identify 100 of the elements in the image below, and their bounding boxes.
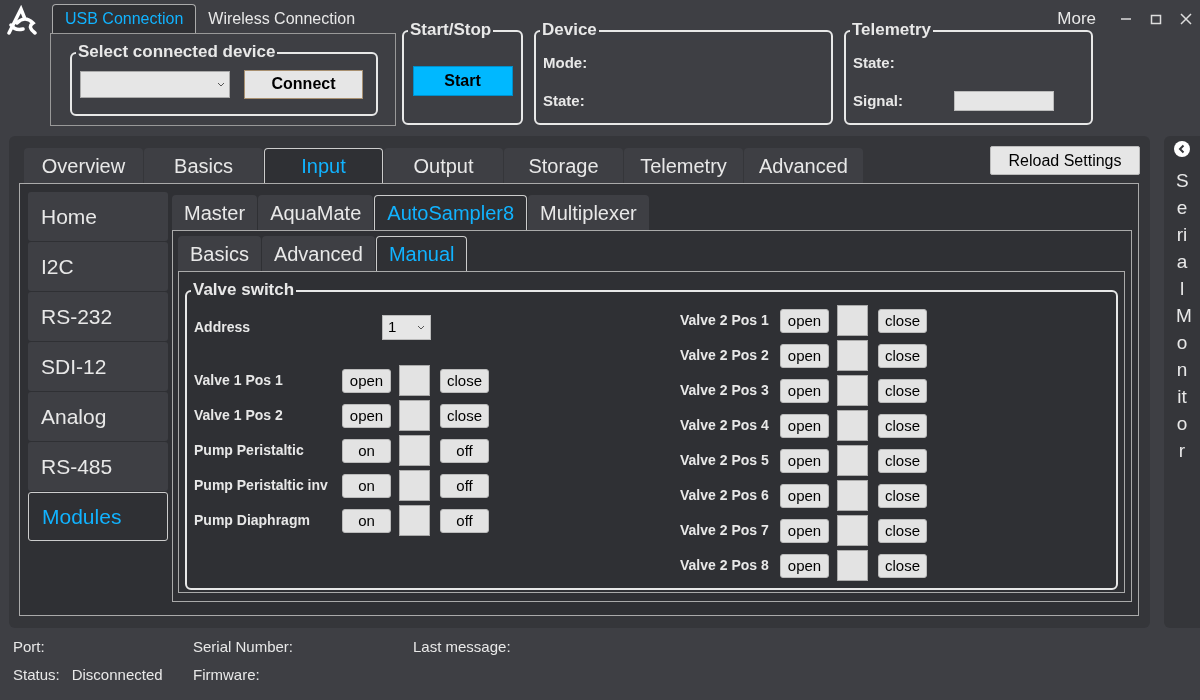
row-label: Valve 2 Pos 6 [680, 486, 770, 505]
row-label: Valve 2 Pos 5 [680, 451, 770, 470]
side-nav-item[interactable]: Home [28, 192, 168, 241]
close-icon[interactable] [1180, 12, 1192, 25]
status-indicator [399, 505, 430, 536]
maximize-icon[interactable] [1150, 12, 1162, 25]
row-label: Valve 2 Pos 8 [680, 556, 770, 575]
open-button[interactable]: open [780, 378, 829, 403]
row-label: Pump Peristaltic inv [194, 476, 329, 495]
more-menu[interactable]: More [1057, 6, 1096, 32]
status-label: Status: [13, 665, 60, 685]
connect-button[interactable]: Connect [244, 69, 363, 99]
status-indicator [837, 375, 868, 406]
chevron-down-icon [417, 324, 425, 330]
tab[interactable]: AquaMate [258, 195, 374, 230]
row-label: Valve 1 Pos 1 [194, 371, 284, 390]
close-button[interactable]: close [440, 368, 489, 393]
close-button[interactable]: close [878, 308, 927, 333]
tab[interactable]: Telemetry [624, 148, 743, 183]
status-value: Disconnected [71, 665, 163, 685]
row-label: Valve 2 Pos 3 [680, 381, 770, 400]
tab[interactable]: Master [172, 195, 258, 230]
signal-label: Signal: [853, 91, 904, 111]
side-nav-item[interactable]: RS-232 [28, 292, 168, 341]
row-label: Valve 2 Pos 7 [680, 521, 770, 540]
close-button[interactable]: off [440, 508, 489, 533]
open-button[interactable]: on [342, 473, 391, 498]
row-label: Valve 2 Pos 1 [680, 311, 770, 330]
close-button[interactable]: close [440, 403, 489, 428]
status-indicator [399, 435, 430, 466]
tab[interactable]: Output [384, 148, 503, 183]
close-button[interactable]: close [878, 343, 927, 368]
address-dropdown[interactable]: 1 [382, 314, 431, 340]
close-button[interactable]: close [878, 448, 927, 473]
open-button[interactable]: open [780, 553, 829, 578]
address-value: 1 [388, 316, 397, 337]
device-field-label: Mode: [543, 53, 589, 73]
tab[interactable]: Advanced [261, 236, 375, 271]
tab[interactable]: AutoSampler8 [374, 195, 528, 230]
tab[interactable]: Multiplexer [528, 195, 649, 230]
open-button[interactable]: on [342, 508, 391, 533]
close-button[interactable]: off [440, 438, 489, 463]
open-button[interactable]: open [780, 448, 829, 473]
open-button[interactable]: open [780, 518, 829, 543]
side-nav-item[interactable]: I2C [28, 242, 168, 291]
status-indicator [837, 340, 868, 371]
row-label: Pump Peristaltic [194, 441, 305, 460]
row-label: Valve 2 Pos 4 [680, 416, 770, 435]
close-button[interactable]: close [878, 378, 927, 403]
open-button[interactable]: open [780, 343, 829, 368]
status-indicator [837, 305, 868, 336]
tab[interactable]: Overview [24, 148, 143, 183]
open-button[interactable]: on [342, 438, 391, 463]
close-button[interactable]: close [878, 483, 927, 508]
side-nav-item[interactable]: Modules [28, 492, 168, 541]
device-dropdown[interactable] [80, 70, 230, 98]
tab[interactable]: Advanced [744, 148, 863, 183]
tab[interactable]: Basics [178, 236, 261, 271]
open-button[interactable]: open [780, 308, 829, 333]
close-button[interactable]: close [878, 413, 927, 438]
row-label: Valve 1 Pos 2 [194, 406, 284, 425]
start-button[interactable]: Start [412, 66, 513, 96]
status-indicator [837, 550, 868, 581]
status-indicator [837, 445, 868, 476]
logo-icon [5, 5, 39, 37]
row-label: Pump Diaphragm [194, 511, 311, 530]
open-button[interactable]: open [342, 403, 391, 428]
close-button[interactable]: off [440, 473, 489, 498]
status-indicator [837, 480, 868, 511]
side-nav-item[interactable]: RS-485 [28, 442, 168, 491]
last-message-label: Last message: [413, 637, 512, 657]
status-indicator [399, 400, 430, 431]
tab[interactable]: Storage [504, 148, 623, 183]
close-button[interactable]: close [878, 553, 927, 578]
tab[interactable]: Input [264, 148, 383, 183]
reload-settings-button[interactable]: Reload Settings [990, 146, 1141, 175]
serial-monitor-panel[interactable]: Serial Monitor [1164, 136, 1200, 628]
side-nav-item[interactable]: SDI-12 [28, 342, 168, 391]
tab[interactable]: Manual [375, 236, 468, 271]
serial-number-label: Serial Number: [193, 637, 295, 657]
row-label: Valve 2 Pos 2 [680, 346, 770, 365]
telemetry-state-label: State: [853, 53, 896, 73]
status-indicator [837, 515, 868, 546]
port-label: Port: [13, 637, 46, 657]
open-button[interactable]: open [342, 368, 391, 393]
tab[interactable]: Wireless Connection [196, 4, 368, 33]
open-button[interactable]: open [780, 483, 829, 508]
status-indicator [837, 410, 868, 441]
open-button[interactable]: open [780, 413, 829, 438]
firmware-label: Firmware: [193, 665, 261, 685]
tab[interactable]: Basics [144, 148, 263, 183]
device-field-label: State: [543, 91, 586, 111]
status-indicator [399, 365, 430, 396]
address-label: Address [194, 317, 252, 337]
side-nav-item[interactable]: Analog [28, 392, 168, 441]
chevron-down-icon [217, 81, 225, 87]
chevron-left-icon [1174, 141, 1190, 157]
tab[interactable]: USB Connection [52, 4, 197, 33]
close-button[interactable]: close [878, 518, 927, 543]
status-indicator [399, 470, 430, 501]
